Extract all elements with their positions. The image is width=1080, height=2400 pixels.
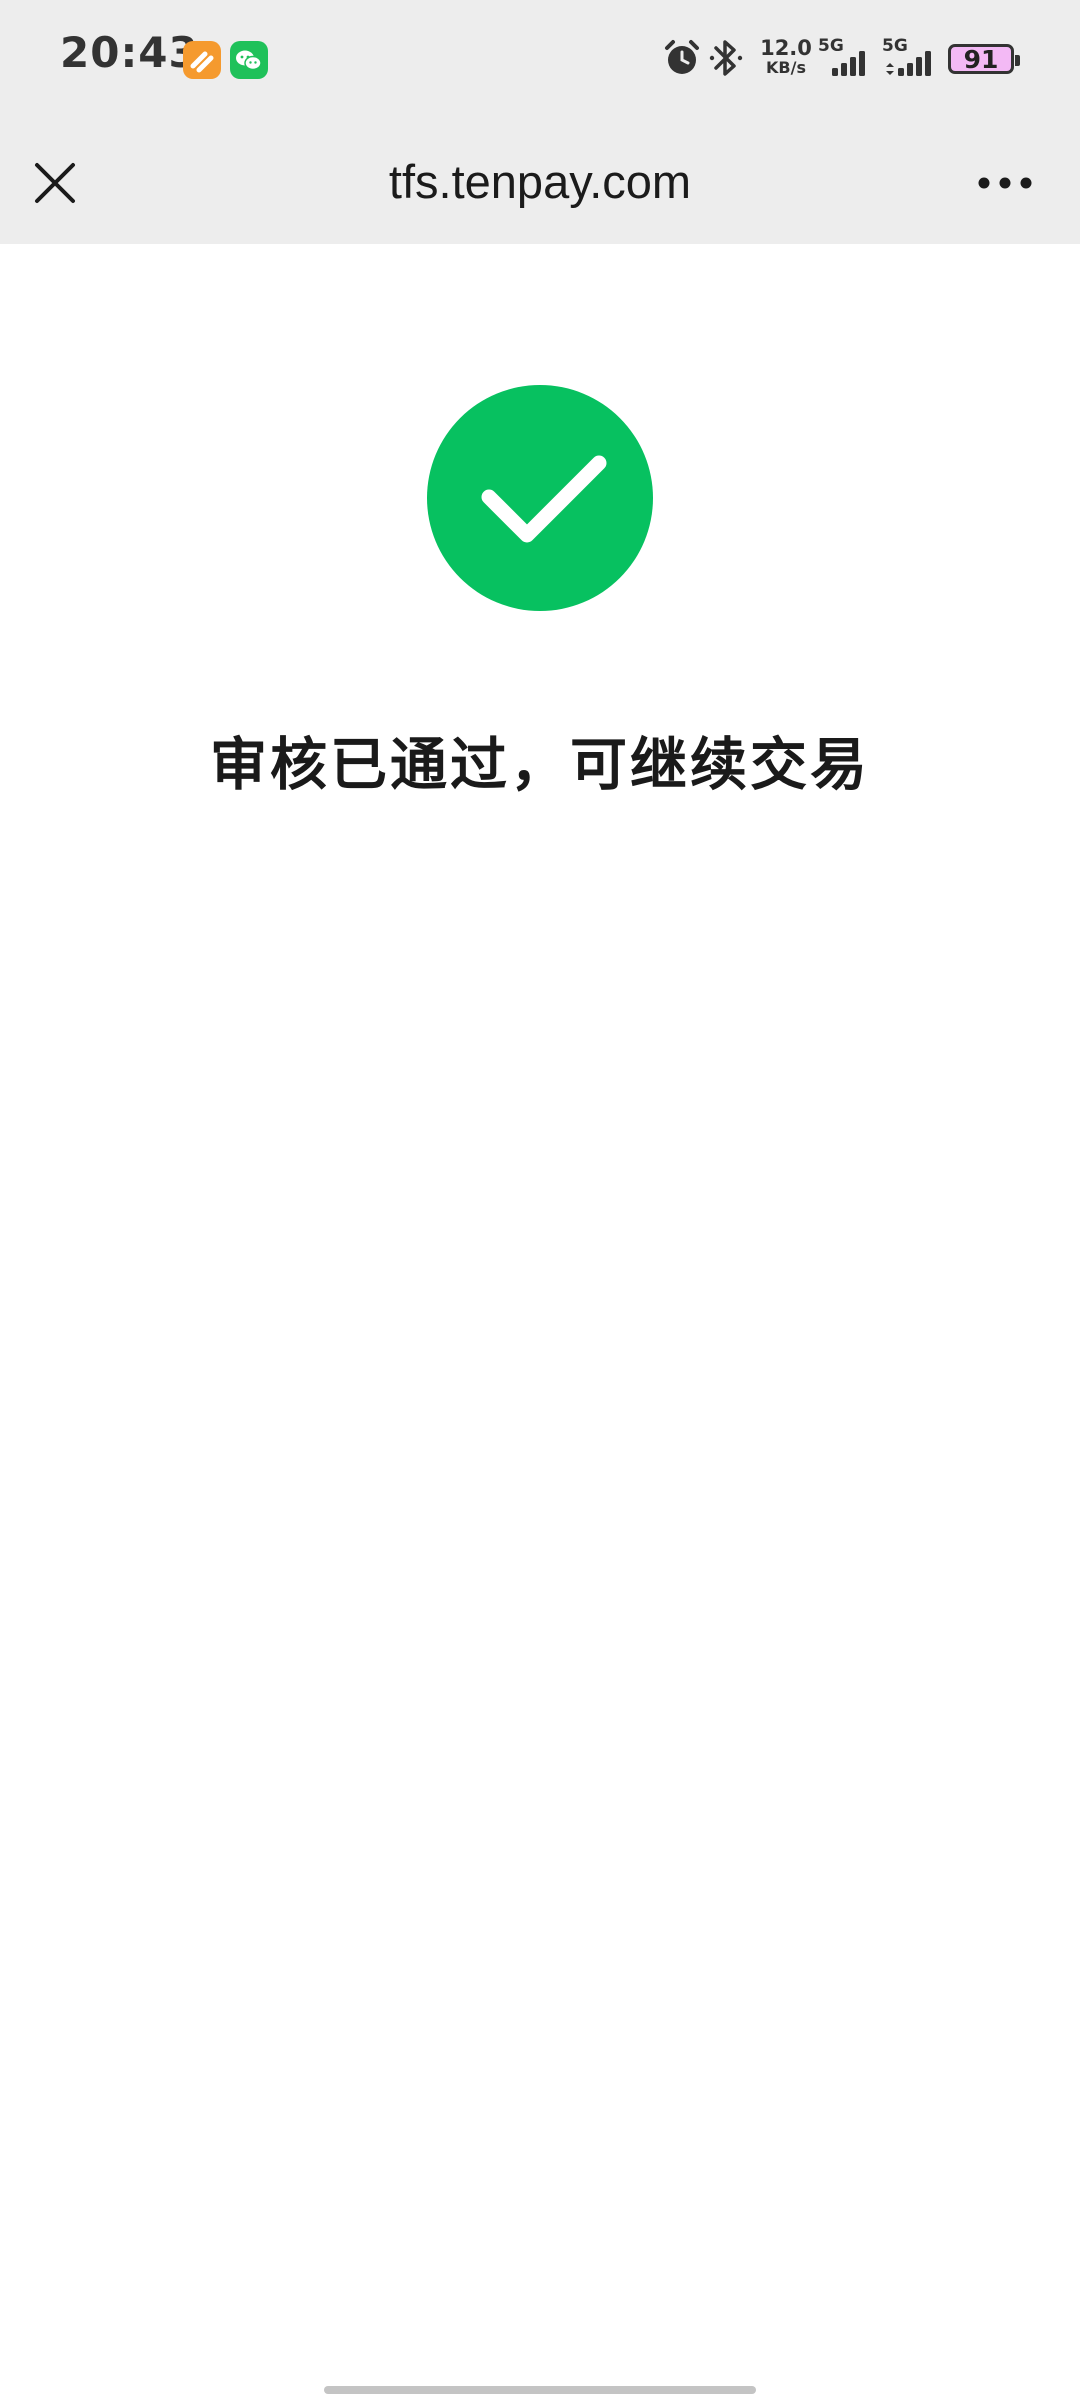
more-icon [978, 177, 1032, 189]
network-speed-value: 12.0 [760, 36, 812, 60]
nav-bar: tfs.tenpay.com [0, 120, 1080, 244]
status-message: 审核已通过，可继续交易 [210, 732, 870, 798]
success-check-icon [427, 385, 653, 611]
alarm-icon [662, 38, 702, 82]
status-bar: 20:43 12.0 KB/s 5G 5G 91 [0, 0, 1080, 120]
page-title: tfs.tenpay.com [388, 155, 692, 208]
signal-strength-icon: 5G [818, 36, 874, 80]
close-button[interactable] [22, 150, 88, 216]
orange-app-icon [183, 41, 221, 79]
signal-strength-icon: 5G [882, 36, 942, 80]
battery-icon: 91 [948, 44, 1020, 74]
bluetooth-icon [708, 36, 744, 84]
wechat-icon [230, 41, 268, 79]
battery-level: 91 [963, 45, 999, 74]
network-speed: 12.0 KB/s [756, 38, 816, 78]
status-time: 20:43 [60, 28, 199, 77]
network-speed-unit: KB/s [766, 58, 806, 77]
more-button[interactable] [970, 156, 1040, 210]
home-indicator[interactable] [324, 2386, 756, 2394]
close-icon [35, 163, 75, 203]
